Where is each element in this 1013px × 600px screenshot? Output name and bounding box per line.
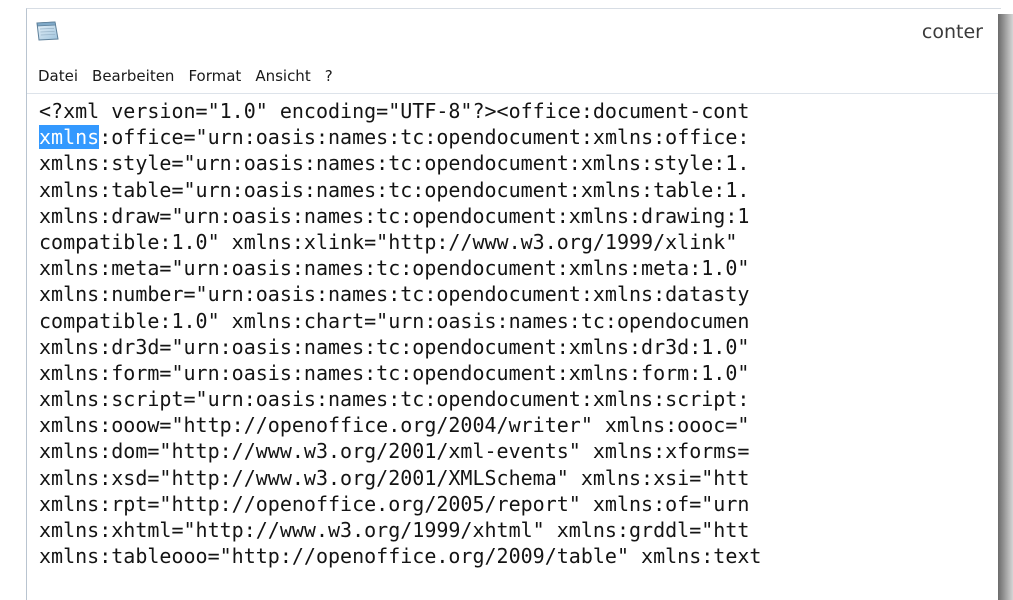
text-line-12: xmlns:script="urn:oasis:names:tc:opendoc… (39, 387, 750, 412)
text-line-6: compatible:1.0" xmlns:xlink="http://www.… (39, 229, 738, 254)
text-line-2-rest: :office="urn:oasis:names:tc:opendocument… (99, 125, 750, 150)
notepad-icon[interactable] (34, 20, 60, 42)
text-line-18: xmlns:tableooo="http://openoffice.org/20… (39, 544, 762, 569)
text-selection: xmlns (39, 125, 100, 150)
text-line-4: xmlns:table="urn:oasis:names:tc:opendocu… (39, 177, 750, 202)
title-bar[interactable]: conter (27, 9, 1001, 60)
text-editor[interactable]: <?xml version="1.0" encoding="UTF-8"?><o… (27, 94, 1001, 600)
window-shadow (998, 14, 1013, 600)
text-line-16: xmlns:rpt="http://openoffice.org/2005/re… (39, 491, 750, 516)
menu-bar: Datei Bearbeiten Format Ansicht ? (27, 60, 1001, 94)
text-line-11: xmlns:form="urn:oasis:names:tc:opendocum… (39, 360, 750, 385)
menu-ansicht[interactable]: Ansicht (248, 60, 317, 93)
text-line-2: xmlns:office="urn:oasis:names:tc:opendoc… (39, 124, 761, 150)
text-line-14: xmlns:dom="http://www.w3.org/2001/xml-ev… (39, 439, 750, 464)
menu-format[interactable]: Format (181, 60, 248, 93)
text-line-10: xmlns:dr3d="urn:oasis:names:tc:opendocum… (39, 334, 750, 359)
menu-datei[interactable]: Datei (27, 60, 85, 93)
menu-help[interactable]: ? (318, 60, 340, 93)
text-line-9: compatible:1.0" xmlns:chart="urn:oasis:n… (39, 308, 750, 333)
text-line-13: xmlns:ooow="http://openoffice.org/2004/w… (39, 413, 750, 438)
menu-bearbeiten[interactable]: Bearbeiten (85, 60, 181, 93)
text-line-17: xmlns:xhtml="http://www.w3.org/1999/xhtm… (39, 518, 750, 542)
text-line-7: xmlns:meta="urn:oasis:names:tc:opendocum… (39, 256, 750, 281)
text-line-1: <?xml version="1.0" encoding="UTF-8"?><o… (39, 99, 750, 123)
editor-content: <?xml version="1.0" encoding="UTF-8"?><o… (39, 98, 761, 569)
text-line-15: xmlns:xsd="http://www.w3.org/2001/XMLSch… (39, 465, 750, 490)
notepad-window: conter Datei Bearbeiten Format Ansicht ?… (26, 8, 1001, 600)
window-title: conter (921, 21, 983, 43)
text-line-8: xmlns:number="urn:oasis:names:tc:opendoc… (39, 282, 750, 307)
screenshot-page: conter Datei Bearbeiten Format Ansicht ?… (0, 0, 1013, 600)
text-line-3: xmlns:style="urn:oasis:names:tc:opendocu… (39, 151, 750, 176)
text-line-5: xmlns:draw="urn:oasis:names:tc:opendocum… (39, 203, 750, 228)
